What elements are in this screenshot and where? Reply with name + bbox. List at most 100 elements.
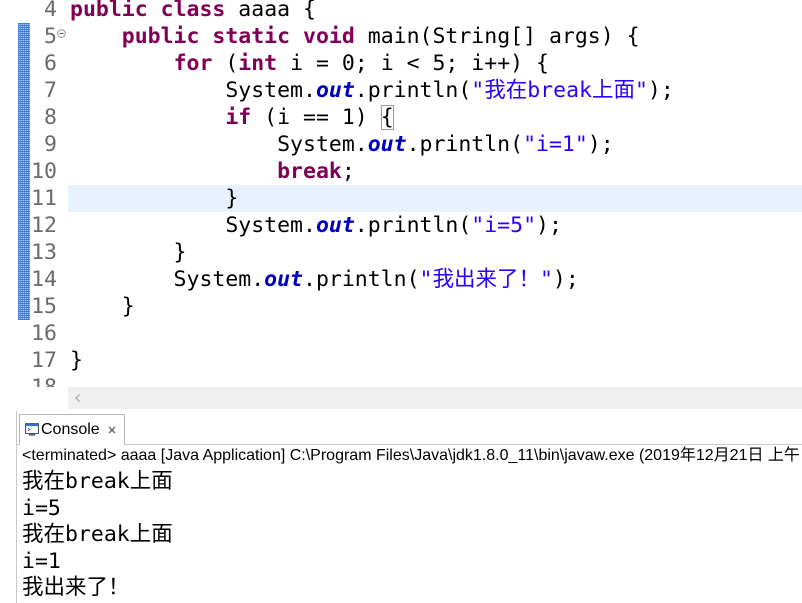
keyword-token: int [238,51,278,76]
line-number: 17 [31,348,57,373]
code-token: ; [341,159,355,184]
keyword-token: if [225,105,252,130]
code-text: for (int i = 0; i < 5; i++) { [70,50,549,77]
code-token: .println( [406,132,524,157]
code-line[interactable]: 12 System.out.println("i=5"); [0,212,802,239]
code-text: System.out.println("我出来了！"); [70,266,579,293]
tab-console[interactable]: Console [19,414,125,445]
code-line[interactable]: 17} [0,347,802,374]
code-token: ); [647,78,674,103]
code-token: System. [70,213,316,238]
keyword-token: class [160,0,226,22]
code-line[interactable]: 7 System.out.println("我在break上面"); [0,77,802,104]
code-token: .println( [354,78,472,103]
code-line[interactable]: 14 System.out.println("我出来了！"); [0,266,802,293]
chevron-left-icon[interactable] [73,393,83,403]
console-output-line: i=1 [22,548,61,574]
line-number: 18 [0,374,57,387]
collapse-icon[interactable] [57,29,66,38]
close-icon[interactable] [107,425,117,435]
code-text: public static void main(String[] args) { [70,23,640,50]
keyword-token: break [277,159,342,184]
keyword-token: public [121,24,200,49]
console-output-line: 我在break上面 [22,522,173,547]
code-text: break; [70,158,355,185]
code-token: ( [212,51,239,76]
console-icon [25,423,39,436]
line-number: 9 [44,132,57,157]
line-number: 12 [31,213,57,238]
matched-bracket: { [380,105,394,130]
field-token: out [315,213,355,238]
line-number: 14 [31,267,57,292]
code-lines[interactable]: 4 public class aaaa {5 public static void… [0,0,802,387]
console-view: Console <terminated> aaaa [Java Applicat… [16,411,802,603]
console-output-line: i=5 [22,495,61,521]
code-line-current[interactable]: 11 } [0,185,802,212]
code-text: System.out.println("i=5"); [70,212,562,239]
code-line[interactable]: 18 [0,374,802,387]
code-token: } [70,348,83,373]
line-number: 8 [44,105,57,130]
code-token: .println( [303,267,420,292]
code-token: .println( [354,213,472,238]
code-token: aaaa { [225,0,316,22]
line-number: 7 [44,78,57,103]
code-line[interactable]: 15 } [0,293,802,320]
code-token: } [70,186,239,211]
line-number: 11 [31,186,57,211]
console-output-line: 我在break上面 [22,469,173,494]
string-literal: "我在break上面" [471,78,648,103]
code-line[interactable]: 9 System.out.println("i=1"); [0,131,802,158]
code-token: System. [70,267,265,292]
console-output[interactable]: 我在break上面 i=5 我在break上面 i=1 我出来了！ [22,469,802,602]
line-number: 16 [31,321,57,346]
line-number: 5 [44,24,57,49]
code-token: (i == 1) [251,105,381,130]
line-number: 10 [31,159,57,184]
code-text: System.out.println("我在break上面"); [70,77,674,104]
code-token: ); [587,132,614,157]
code-line[interactable]: 4 public class aaaa { [0,0,802,23]
code-token: i = 0; i < 5; i++) { [277,51,549,76]
code-token: System. [70,132,368,157]
keyword-token: public [70,0,148,22]
string-literal: "我出来了！" [419,267,553,292]
code-line[interactable]: 10 break; [0,158,802,185]
code-editor[interactable]: 4 public class aaaa {5 public static void… [0,0,802,409]
string-literal: "i=5" [471,213,537,238]
code-line[interactable]: 13 } [0,239,802,266]
console-tab-bar: Console [17,411,802,445]
field-token: out [367,132,407,157]
keyword-token: static [212,24,291,49]
horizontal-scrollbar[interactable] [68,387,802,409]
code-line[interactable]: 8 if (i == 1) { [0,104,802,131]
keyword-token: for [173,51,213,76]
code-line[interactable]: 6 for (int i = 0; i < 5; i++) { [0,50,802,77]
line-number: 15 [31,294,57,319]
code-token: System. [70,78,316,103]
code-token: ); [552,267,579,292]
code-token: main(String[] args) { [354,24,640,49]
code-text: } [70,185,238,212]
string-literal: "i=1" [523,132,588,157]
code-text: } [70,347,83,374]
console-output-line: 我出来了！ [22,575,130,600]
code-line[interactable]: 16 [0,320,802,347]
code-text: if (i == 1) { [70,104,394,131]
line-number: 4 [44,0,57,22]
code-token: ); [536,213,562,238]
console-process-header: <terminated> aaaa [Java Application] C:\… [22,447,800,464]
line-number: 13 [31,240,57,265]
code-token: } [70,294,135,319]
keyword-token: void [303,24,355,49]
code-text: } [70,239,187,266]
code-line[interactable]: 5 public static void main(String[] args)… [0,23,802,50]
